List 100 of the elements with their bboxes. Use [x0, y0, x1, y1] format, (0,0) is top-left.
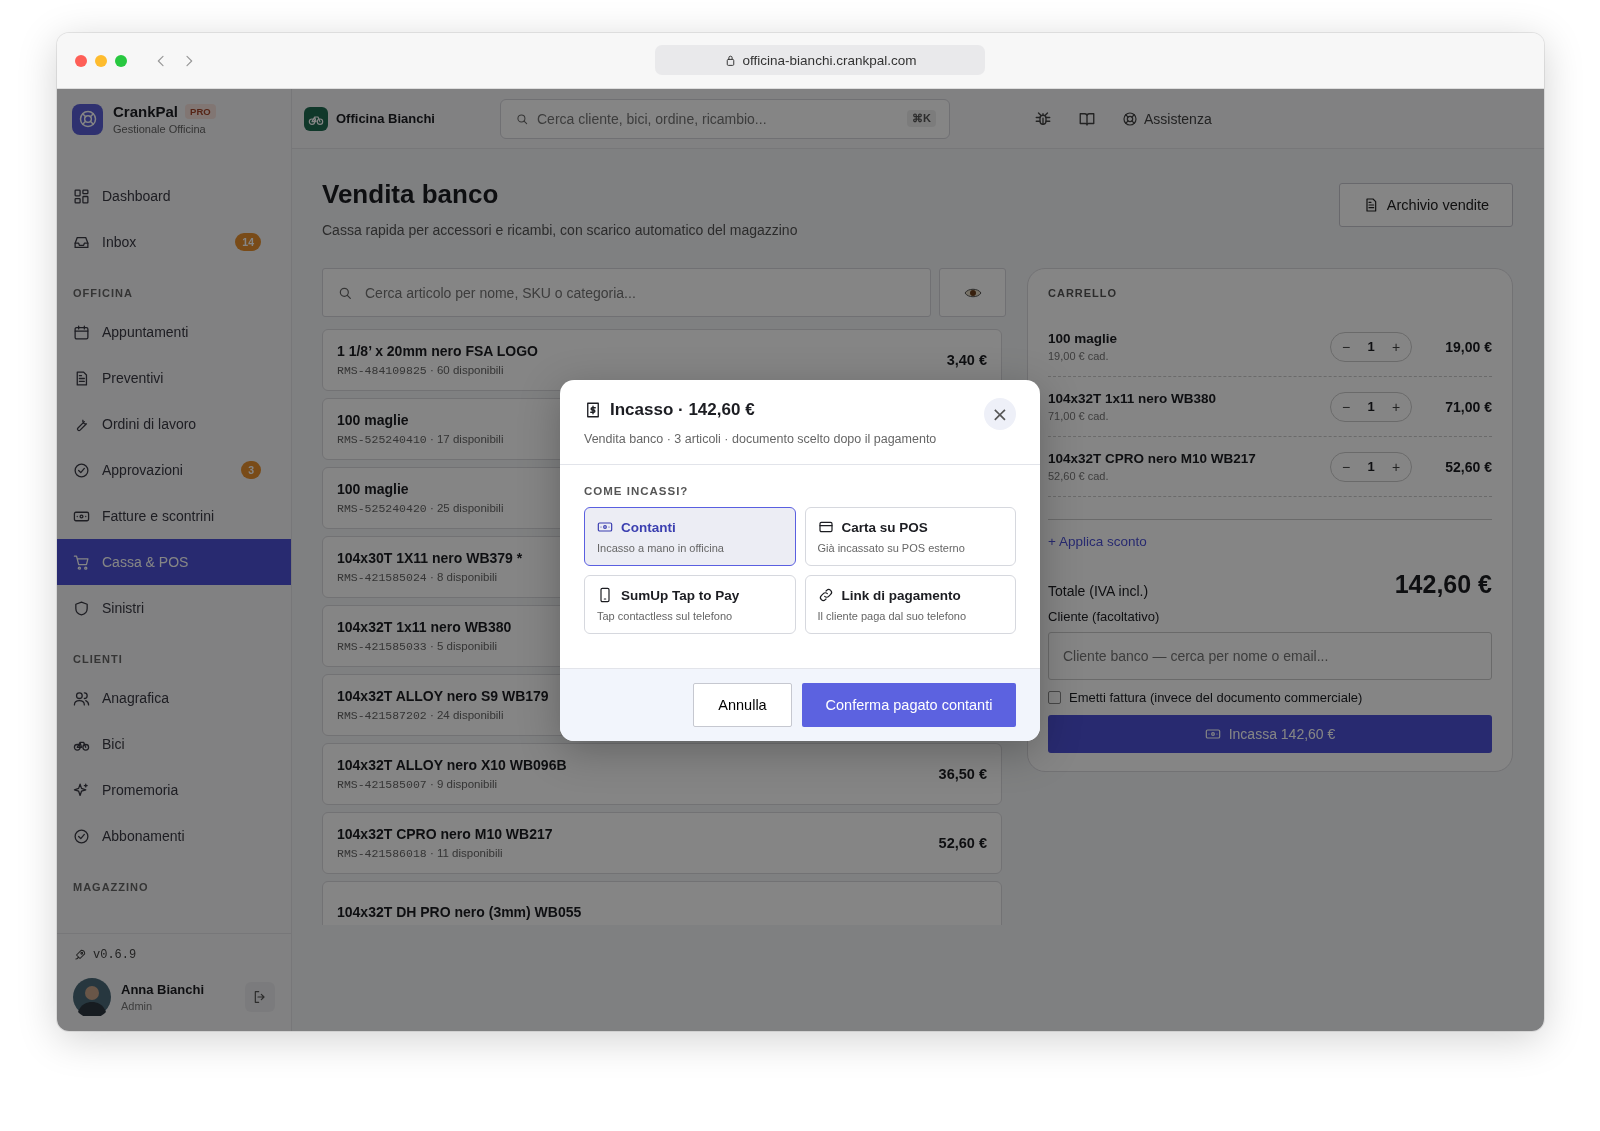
sidebar-item[interactable]: Abbonamenti — [57, 813, 291, 859]
sidebar-item-label: Cassa & POS — [102, 554, 189, 570]
sidebar-item-label: Inbox — [102, 234, 137, 250]
sidebar-item[interactable]: Sinistri — [57, 585, 291, 631]
sparkle-icon — [73, 781, 90, 799]
sidebar-item[interactable]: Ordini di lavoro — [57, 401, 291, 447]
archive-button[interactable]: Archivio vendite — [1339, 183, 1513, 227]
invoice-checkbox[interactable] — [1048, 691, 1061, 704]
stock-count: · 8 disponibili — [429, 571, 498, 583]
sidebar-item-label: Ordini di lavoro — [102, 416, 197, 432]
payment-option[interactable]: SumUp Tap to Pay Tap contactless sul telefono — [584, 575, 796, 634]
product-name: 100 maglie — [337, 412, 410, 428]
lifebuoy-icon — [1122, 110, 1138, 127]
cancel-button[interactable]: Annulla — [693, 683, 792, 727]
cart-title: CARRELLO — [1048, 287, 1119, 299]
phone-icon — [597, 587, 613, 603]
decrease-button[interactable]: − — [1337, 398, 1355, 415]
customer-label: Cliente (facoltativo) — [1048, 609, 1161, 624]
discount-link[interactable]: + Applica sconto — [1048, 534, 1147, 549]
stock-count: · 17 disponibili — [429, 433, 504, 445]
sidebar-item-label: Approvazioni — [102, 462, 183, 478]
check-circle-icon — [73, 461, 90, 479]
close-window-button[interactable] — [75, 54, 87, 67]
sidebar-item-label: Preventivi — [102, 370, 164, 386]
product-sku: RMS-525240420 — [337, 502, 427, 515]
sidebar-item-label: Fatture e scontrini — [102, 508, 215, 524]
sidebar-item[interactable]: Inbox 14 — [57, 219, 291, 265]
calendar-icon — [73, 323, 90, 341]
sidebar-item-label: Abbonamenti — [102, 828, 185, 844]
section-label: CLIENTI — [72, 652, 124, 667]
product-name: 104x32T CPRO nero M10 WB217 — [337, 826, 553, 842]
zoom-window-button[interactable] — [115, 54, 127, 67]
confirm-button[interactable]: Conferma pagato contanti — [802, 683, 1016, 727]
sidebar-item[interactable]: Preventivi — [57, 355, 291, 401]
check-circle-icon — [73, 827, 90, 845]
collect-button[interactable]: Incassa 142,60 € — [1048, 715, 1492, 753]
payment-option[interactable]: Carta su POS Già incassato su POS esterno — [804, 507, 1016, 566]
sidebar-item[interactable]: Promemoria — [57, 767, 291, 813]
total-amount: 142,60 € — [1394, 570, 1492, 599]
quantity-value: 1 — [1366, 399, 1376, 414]
shield-icon — [73, 599, 90, 617]
address-bar[interactable]: officina-bianchi.crankpal.com — [655, 45, 985, 75]
unit-price: 19,00 € cad. — [1048, 350, 1110, 362]
count-badge: 14 — [235, 233, 261, 251]
product-search-field[interactable]: Cerca articolo per nome, SKU o categoria... — [322, 268, 931, 317]
payment-option[interactable]: Link di pagamento Il cliente paga dal suo telefono — [804, 575, 1016, 634]
bug-icon[interactable] — [1034, 109, 1052, 128]
credit-card-icon — [817, 519, 834, 535]
product-row[interactable]: 1 1/8’ x 20mm nero FSA LOGO RMS-484109825 · 60 disponibili 3,40 € — [322, 329, 1002, 391]
sidebar-item[interactable]: Approvazioni 3 — [57, 447, 291, 493]
logout-button[interactable] — [245, 982, 275, 1012]
product-sku: RMS-421585033 — [337, 640, 427, 653]
customer-field[interactable]: Cliente banco — cerca per nome o email... — [1048, 632, 1492, 680]
users-icon — [73, 689, 90, 707]
sidebar-item[interactable]: Anagrafica — [57, 675, 291, 721]
product-name: 1 1/8’ x 20mm nero FSA LOGO — [337, 343, 538, 359]
product-sku: RMS-525240410 — [337, 433, 427, 446]
product-row[interactable]: 104x32T ALLOY nero X10 WB096B RMS-421585007 · 9 disponibili 36,50 € — [322, 743, 1002, 805]
increase-button[interactable]: + — [1387, 338, 1405, 355]
product-row[interactable]: 104x32T CPRO nero M10 WB217 RMS-421586018 · 11 disponibili 52,60 € — [322, 812, 1002, 874]
payment-option[interactable]: Contanti Incasso a mano in officina — [584, 507, 796, 566]
plan-badge: PRO — [185, 104, 216, 119]
close-button[interactable]: × — [984, 398, 1016, 430]
invoice-label: Emetti fattura (invece del documento commerciale) — [1069, 690, 1363, 705]
increase-button[interactable]: + — [1387, 458, 1405, 475]
sidebar-item-label: Bici — [102, 736, 125, 752]
increase-button[interactable]: + — [1387, 398, 1405, 415]
sidebar-item-label: Promemoria — [102, 782, 179, 798]
url-text: officina-bianchi.crankpal.com — [742, 52, 917, 68]
line-total: 52,60 € — [1444, 458, 1492, 475]
help-link[interactable]: Assistenza — [1122, 110, 1212, 127]
sidebar-item[interactable]: Bici — [57, 721, 291, 767]
section-label: MAGAZZINO — [72, 880, 150, 895]
stock-count: · 25 disponibili — [429, 502, 504, 514]
product-row[interactable]: 104x32T DH PRO nero (3mm) WB055 — [322, 881, 1002, 925]
banknote-icon — [1204, 726, 1221, 742]
link-icon — [817, 587, 834, 603]
stock-count: · 9 disponibili — [429, 778, 498, 790]
page-subtitle: Cassa rapida per accessori e ricambi, con scarico automatico del magazzino — [322, 222, 798, 238]
decrease-button[interactable]: − — [1337, 338, 1355, 355]
stock-count: · 24 disponibili — [429, 709, 504, 721]
product-sku: RMS-484109825 — [337, 364, 427, 377]
sidebar-item[interactable]: Cassa & POS — [57, 539, 291, 585]
sidebar-item[interactable]: Appuntamenti — [57, 309, 291, 355]
cart-icon — [73, 553, 90, 571]
sidebar-item[interactable]: Dashboard — [57, 173, 291, 219]
question-label: COME INCASSI? — [584, 485, 690, 497]
product-sku: RMS-421585007 — [337, 778, 427, 791]
product-price: 36,50 € — [938, 766, 987, 782]
visibility-button[interactable] — [939, 268, 1006, 317]
decrease-button[interactable]: − — [1337, 458, 1355, 475]
product-name: 104x32T 1x11 nero WB380 — [337, 619, 512, 635]
line-total: 19,00 € — [1444, 338, 1492, 355]
sidebar-item[interactable]: Fatture e scontrini — [57, 493, 291, 539]
product-price: 52,60 € — [938, 835, 987, 851]
receipt-icon — [584, 401, 602, 419]
minimize-window-button[interactable] — [95, 54, 107, 67]
section-label: OFFICINA — [72, 286, 134, 301]
search-icon — [515, 111, 529, 126]
product-name: 104x30T 1X11 nero WB379 * — [337, 550, 523, 566]
